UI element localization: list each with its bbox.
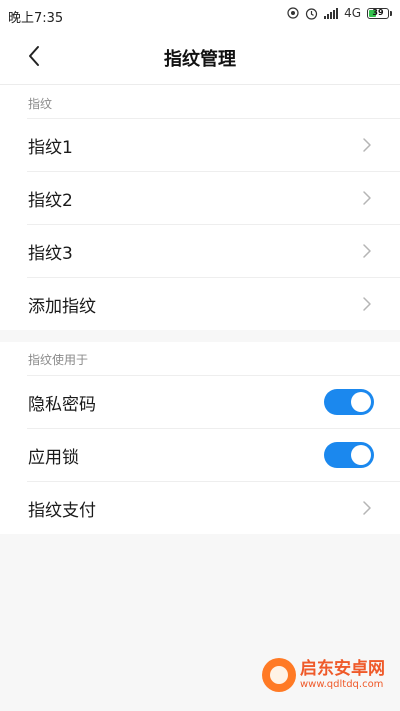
privacy-password-toggle[interactable]	[324, 389, 374, 415]
battery-icon: 39	[367, 7, 392, 19]
fingerprint-item-2[interactable]: 指纹2	[0, 171, 400, 224]
watermark-logo-icon	[262, 658, 296, 692]
chevron-right-icon	[363, 244, 371, 258]
chevron-right-icon	[363, 138, 371, 152]
fingerprint-item-label: 指纹3	[28, 244, 73, 264]
fingerprint-item-3[interactable]: 指纹3	[0, 224, 400, 277]
add-fingerprint-item[interactable]: 添加指纹	[0, 277, 400, 330]
privacy-password-label: 隐私密码	[28, 395, 96, 415]
fingerprints-list: 指纹1 指纹2 指纹3 添加指纹	[0, 118, 400, 330]
usage-list: 隐私密码 应用锁 指纹支付	[0, 375, 400, 534]
status-icons: 4G 39	[287, 6, 392, 20]
watermark-url: www.qdltdq.com	[300, 678, 384, 690]
signal-icon	[324, 7, 339, 19]
page-title: 指纹管理	[164, 49, 236, 70]
status-bar: 晚上7:35 4G 39	[0, 0, 400, 28]
fingerprint-pay-item[interactable]: 指纹支付	[0, 481, 400, 534]
fingerprints-section-header: 指纹	[0, 85, 400, 118]
watermark: 启东安卓网 www.qdltdq.com	[262, 658, 385, 692]
fingerprints-section-label: 指纹	[28, 97, 53, 111]
hotspot-icon	[287, 7, 299, 19]
add-fingerprint-label: 添加指纹	[28, 297, 96, 317]
chevron-right-icon	[363, 191, 371, 205]
app-lock-label: 应用锁	[28, 448, 79, 468]
fingerprint-item-label: 指纹1	[28, 138, 73, 158]
chevron-right-icon	[363, 501, 371, 515]
app-lock-item: 应用锁	[0, 428, 400, 481]
battery-level: 39	[372, 7, 384, 17]
fingerprint-pay-label: 指纹支付	[28, 501, 96, 521]
app-lock-toggle[interactable]	[324, 442, 374, 468]
chevron-right-icon	[363, 297, 371, 311]
watermark-title: 启东安卓网	[300, 659, 385, 680]
network-type: 4G	[344, 6, 361, 20]
app-header: 指纹管理	[0, 28, 400, 85]
usage-section-header: 指纹使用于	[0, 342, 400, 375]
alarm-icon	[305, 7, 318, 20]
privacy-password-item: 隐私密码	[0, 375, 400, 428]
toggle-knob	[351, 445, 371, 465]
usage-section-label: 指纹使用于	[28, 353, 89, 367]
toggle-knob	[351, 392, 371, 412]
status-time: 晚上7:35	[8, 11, 64, 26]
fingerprint-item-label: 指纹2	[28, 191, 73, 211]
fingerprint-item-1[interactable]: 指纹1	[0, 118, 400, 171]
